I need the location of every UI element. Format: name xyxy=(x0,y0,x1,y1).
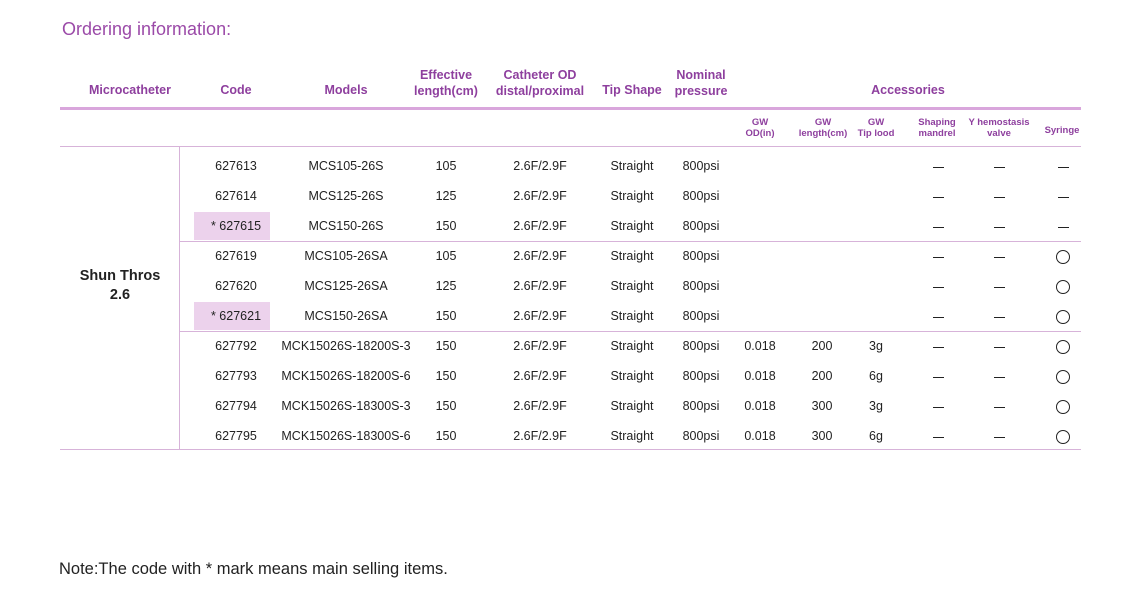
cell-gw-tip: 6g xyxy=(869,369,883,383)
cell-pressure: 800psi xyxy=(682,219,720,233)
syringe-not-included-dash xyxy=(1058,197,1069,198)
shaping-mandrel-not-included-dash xyxy=(933,167,944,168)
table-bottom-rule xyxy=(60,449,1081,450)
syringe-included-circle xyxy=(1056,370,1070,384)
cell-gw-tip: 3g xyxy=(869,339,883,353)
header-code: Code xyxy=(220,83,252,97)
page-title: Ordering information: xyxy=(62,19,232,39)
cell-pressure: 800psi xyxy=(682,189,720,203)
header-tip-shape: Tip Shape xyxy=(602,83,662,97)
subheader-gw-od: GW OD(in) xyxy=(745,117,775,139)
syringe-included-circle xyxy=(1056,250,1070,264)
header-accessories: Accessories xyxy=(871,83,945,97)
shaping-mandrel-not-included-dash xyxy=(933,287,944,288)
y-hemostasis-not-included-dash xyxy=(994,167,1005,168)
subheader-syringe: Syringe xyxy=(1044,125,1080,136)
shaping-mandrel-not-included-dash xyxy=(933,257,944,258)
shaping-mandrel-not-included-dash xyxy=(933,437,944,438)
header-effective-length: Effective length(cm) xyxy=(414,68,478,98)
y-hemostasis-not-included-dash xyxy=(994,347,1005,348)
syringe-included-circle xyxy=(1056,340,1070,354)
shaping-mandrel-not-included-dash xyxy=(933,377,944,378)
block-rule-2 xyxy=(180,331,1081,332)
shaping-mandrel-not-included-dash xyxy=(933,197,944,198)
shaping-mandrel-not-included-dash xyxy=(933,407,944,408)
header-models: Models xyxy=(324,83,368,97)
syringe-included-circle xyxy=(1056,310,1070,324)
y-hemostasis-not-included-dash xyxy=(994,377,1005,378)
block-rule-1 xyxy=(180,241,1081,242)
y-hemostasis-not-included-dash xyxy=(994,257,1005,258)
subheader-gw-tip: GW Tip lood xyxy=(857,117,895,139)
subheader-shaping-mandrel: Shaping mandrel xyxy=(918,117,956,139)
cell-pressure: 800psi xyxy=(682,159,720,173)
header-nominal-pressure: Nominal pressure xyxy=(674,68,728,98)
cell-pressure: 800psi xyxy=(682,309,720,323)
cell-gw-tip: 6g xyxy=(869,429,883,443)
syringe-included-circle xyxy=(1056,280,1070,294)
shaping-mandrel-not-included-dash xyxy=(933,227,944,228)
syringe-included-circle xyxy=(1056,430,1070,444)
cell-gw-tip: 3g xyxy=(869,399,883,413)
cell-pressure: 800psi xyxy=(682,279,720,293)
header-catheter-od: Catheter OD distal/proximal xyxy=(495,68,585,98)
y-hemostasis-not-included-dash xyxy=(994,227,1005,228)
cell-pressure: 800psi xyxy=(682,249,720,263)
subheader-gw-length: GW length(cm) xyxy=(798,117,848,139)
subheader-rule xyxy=(60,146,1081,147)
syringe-not-included-dash xyxy=(1058,167,1069,168)
header-microcatheter: Microcatheter xyxy=(89,83,171,97)
shaping-mandrel-not-included-dash xyxy=(933,347,944,348)
syringe-included-circle xyxy=(1056,400,1070,414)
y-hemostasis-not-included-dash xyxy=(994,197,1005,198)
shaping-mandrel-not-included-dash xyxy=(933,317,944,318)
y-hemostasis-not-included-dash xyxy=(994,437,1005,438)
product-group-label: Shun Thros 2.6 xyxy=(79,268,161,303)
header-rule xyxy=(60,107,1081,110)
y-hemostasis-not-included-dash xyxy=(994,317,1005,318)
subheader-y-hemostasis: Y hemostasis valve xyxy=(968,117,1030,139)
y-hemostasis-not-included-dash xyxy=(994,407,1005,408)
footnote: Note:The code with * mark means main sel… xyxy=(59,560,448,578)
y-hemostasis-not-included-dash xyxy=(994,287,1005,288)
syringe-not-included-dash xyxy=(1058,227,1069,228)
